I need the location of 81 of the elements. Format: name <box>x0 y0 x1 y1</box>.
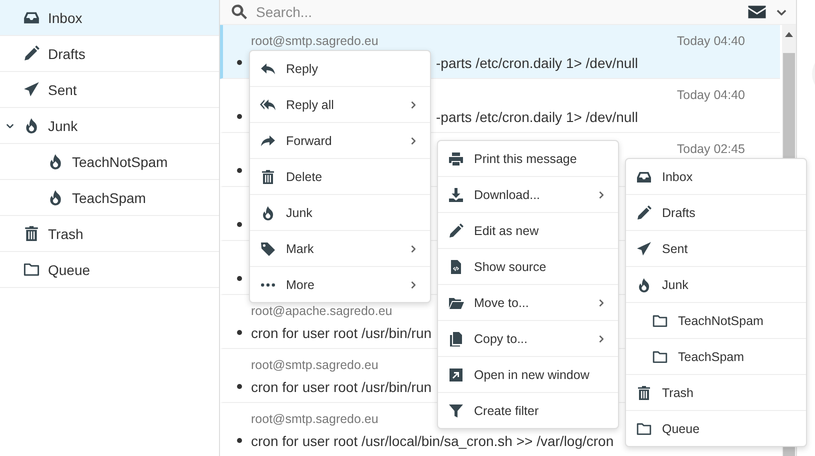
message-time: Today 04:40 <box>676 34 745 48</box>
search-icon <box>230 3 248 21</box>
pencil-icon <box>636 204 652 220</box>
menu-item[interactable]: Print this message <box>438 141 618 177</box>
folder-item[interactable]: Trash <box>0 216 219 252</box>
menu-item[interactable]: Forward <box>250 123 430 159</box>
bullet-icon <box>237 438 242 443</box>
filter-icon <box>448 402 464 418</box>
bullet-icon <box>237 330 242 335</box>
menu-item[interactable]: Download... <box>438 177 618 213</box>
message-subject: -parts /etc/cron.daily 1> /dev/null <box>436 54 638 70</box>
menu-item[interactable]: Reply all <box>250 87 430 123</box>
folder-icon <box>23 261 40 278</box>
bullet-icon <box>237 384 242 389</box>
tray-icon <box>23 9 40 26</box>
flame-icon <box>47 189 64 206</box>
folder-icon <box>636 420 652 436</box>
flame-icon <box>23 117 40 134</box>
pencil-icon <box>23 45 40 62</box>
sender: root@smtp.sagredo.eu <box>251 358 378 372</box>
trash-icon <box>260 168 276 184</box>
dots-icon <box>260 282 276 286</box>
new-window-icon <box>448 366 464 382</box>
message-subject: cron for user root /usr/bin/run <box>251 378 432 394</box>
sender: root@smtp.sagredo.eu <box>251 34 378 48</box>
menu-item[interactable]: Edit as new <box>438 213 618 249</box>
download-icon <box>448 186 464 202</box>
menu-item[interactable]: Reply <box>250 51 430 87</box>
menu-item[interactable]: Open in new window <box>438 357 618 393</box>
menu-item[interactable]: Trash <box>626 375 806 411</box>
menu-item[interactable]: Inbox <box>626 159 806 195</box>
menu-item[interactable]: Move to... <box>438 285 618 321</box>
menu-item[interactable]: Sent <box>626 231 806 267</box>
folder-icon <box>652 348 668 364</box>
folder-icon <box>652 312 668 328</box>
bullet-icon <box>237 114 242 119</box>
search-bar[interactable]: Search... <box>220 0 796 25</box>
folder-item[interactable]: Drafts <box>0 36 219 72</box>
pencil-icon <box>448 222 464 238</box>
menu-item[interactable]: Junk <box>250 195 430 231</box>
menu-item[interactable]: Show source <box>438 249 618 285</box>
menu-item[interactable]: Mark <box>250 231 430 267</box>
message-subject: -parts /etc/cron.daily 1> /dev/null <box>436 108 638 124</box>
source-file-icon <box>448 258 464 274</box>
search-field[interactable]: Search... <box>256 0 739 24</box>
printer-icon <box>448 150 464 166</box>
sender: root@apache.sagredo.eu <box>251 304 392 318</box>
menu-item[interactable]: Copy to... <box>438 321 618 357</box>
bullet-icon <box>237 276 242 281</box>
menu-item[interactable]: Junk <box>626 267 806 303</box>
message-time: Today 02:45 <box>676 142 745 156</box>
menu-item[interactable]: More <box>250 267 430 302</box>
scroll-up-icon[interactable] <box>785 32 793 37</box>
flame-icon <box>260 204 276 220</box>
message-subject: cron for user root /usr/bin/run <box>251 324 432 340</box>
folder-item[interactable]: Junk <box>0 108 219 144</box>
forward-icon <box>260 132 276 148</box>
bullet-icon <box>237 168 242 173</box>
sender: root@smtp.sagredo.eu <box>251 412 378 426</box>
tag-icon <box>260 240 276 256</box>
menu-item[interactable]: TeachNotSpam <box>626 303 806 339</box>
flame-icon <box>636 276 652 292</box>
paper-plane-icon <box>23 81 40 98</box>
trash-icon <box>23 225 40 242</box>
flame-icon <box>47 153 64 170</box>
menu-item[interactable]: TeachSpam <box>626 339 806 375</box>
folder-item[interactable]: Sent <box>0 72 219 108</box>
folder-item[interactable]: TeachSpam <box>0 180 219 216</box>
menu-item[interactable]: Delete <box>250 159 430 195</box>
bullet-icon <box>237 222 242 227</box>
folder-item[interactable]: Queue <box>0 252 219 288</box>
message-subject: cron for user root /usr/local/bin/sa_cron.sh >> /var/log/cron <box>251 432 614 448</box>
bullet-icon <box>237 60 242 65</box>
reply-icon <box>260 60 276 76</box>
folder-item[interactable]: Inbox <box>0 0 219 36</box>
message-time: Today 04:40 <box>676 88 745 102</box>
paper-plane-icon <box>636 240 652 256</box>
trash-icon <box>636 384 652 400</box>
copy-icon <box>448 330 464 346</box>
folder-item[interactable]: TeachNotSpam <box>0 144 219 180</box>
menu-item[interactable]: Drafts <box>626 195 806 231</box>
